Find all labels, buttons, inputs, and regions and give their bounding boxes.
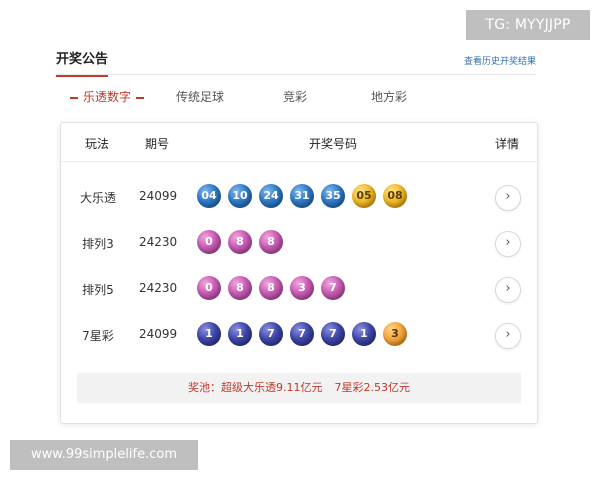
column-header-numbers: 开奖号码 bbox=[309, 137, 358, 151]
number-ball: 8 bbox=[259, 276, 283, 300]
number-ball: 10 bbox=[228, 184, 252, 208]
tab-jingcai[interactable]: 竞彩 bbox=[283, 88, 307, 105]
chevron-right-icon[interactable]: › bbox=[495, 231, 521, 257]
number-ball: 0 bbox=[197, 230, 221, 254]
tab-local-lottery[interactable]: 地方彩 bbox=[371, 88, 407, 105]
column-header-game: 玩法 bbox=[85, 137, 110, 151]
winning-numbers: 088 bbox=[197, 230, 290, 256]
chevron-right-icon[interactable]: › bbox=[495, 185, 521, 211]
jackpot-dlt: 超级大乐透9.11亿元 bbox=[221, 381, 323, 394]
tab-traditional-football[interactable]: 传统足球 bbox=[176, 88, 224, 105]
number-ball: 3 bbox=[383, 322, 407, 346]
issue-number: 24230 bbox=[139, 235, 178, 249]
table-row: 大乐透 24099 04 10 24 31 35 05 08 › bbox=[61, 177, 537, 217]
number-ball: 08 bbox=[383, 184, 407, 208]
announcement-header: 开奖公告 查看历史开奖结果 bbox=[56, 38, 536, 77]
game-name: 大乐透 bbox=[79, 191, 116, 205]
column-header-detail: 详情 bbox=[495, 137, 520, 151]
column-header-issue: 期号 bbox=[145, 137, 170, 151]
chevron-right-icon[interactable]: › bbox=[495, 277, 521, 303]
game-name: 排列3 bbox=[82, 237, 114, 251]
number-ball: 8 bbox=[259, 230, 283, 254]
tab-lotto-digits[interactable]: 乐透数字 bbox=[70, 88, 149, 105]
number-ball: 8 bbox=[228, 276, 252, 300]
number-ball: 24 bbox=[259, 184, 283, 208]
winning-numbers: 08837 bbox=[197, 276, 352, 302]
table-row: 排列5 24230 0 8 8 3 7 › bbox=[61, 269, 537, 309]
game-name: 7星彩 bbox=[82, 329, 114, 343]
number-ball: 3 bbox=[290, 276, 314, 300]
number-ball: 7 bbox=[259, 322, 283, 346]
number-ball: 1 bbox=[352, 322, 376, 346]
jackpot-banner: 奖池：超级大乐透9.11亿元 7星彩2.53亿元 bbox=[77, 373, 521, 403]
issue-number: 24099 bbox=[139, 189, 178, 203]
table-row: 7星彩 24099 1 1 7 7 7 1 3 › bbox=[61, 315, 537, 355]
number-ball: 0 bbox=[197, 276, 221, 300]
number-ball: 7 bbox=[290, 322, 314, 346]
game-name: 排列5 bbox=[82, 283, 114, 297]
number-ball: 7 bbox=[321, 322, 345, 346]
number-ball: 04 bbox=[197, 184, 221, 208]
table-row: 排列3 24230 0 8 8 › bbox=[61, 223, 537, 263]
page-title: 开奖公告 bbox=[56, 48, 109, 77]
number-ball: 7 bbox=[321, 276, 345, 300]
winning-numbers: 1177713 bbox=[197, 322, 414, 348]
number-ball: 35 bbox=[321, 184, 345, 208]
category-tabs: 乐透数字 传统足球 竞彩 地方彩 bbox=[56, 86, 536, 108]
winning-numbers: 04 10 24 31 35 05 08 bbox=[197, 184, 414, 210]
jackpot-7xc: 7星彩2.53亿元 bbox=[334, 381, 411, 394]
history-results-link[interactable]: 查看历史开奖结果 bbox=[464, 54, 536, 67]
results-card: 玩法 期号 开奖号码 详情 大乐透 24099 04 10 24 31 35 05 08 › 排列3… bbox=[60, 122, 538, 424]
number-ball: 1 bbox=[197, 322, 221, 346]
jackpot-prefix: 奖池： bbox=[188, 381, 221, 394]
number-ball: 8 bbox=[228, 230, 252, 254]
table-header: 玩法 期号 开奖号码 详情 bbox=[61, 123, 537, 162]
chevron-right-icon[interactable]: › bbox=[495, 323, 521, 349]
telegram-watermark: TG: MYYJJPP bbox=[466, 10, 590, 40]
number-ball: 1 bbox=[228, 322, 252, 346]
number-ball: 31 bbox=[290, 184, 314, 208]
issue-number: 24099 bbox=[139, 327, 178, 341]
issue-number: 24230 bbox=[139, 281, 178, 295]
number-ball: 05 bbox=[352, 184, 376, 208]
site-watermark: www.99simplelife.com bbox=[10, 440, 198, 470]
